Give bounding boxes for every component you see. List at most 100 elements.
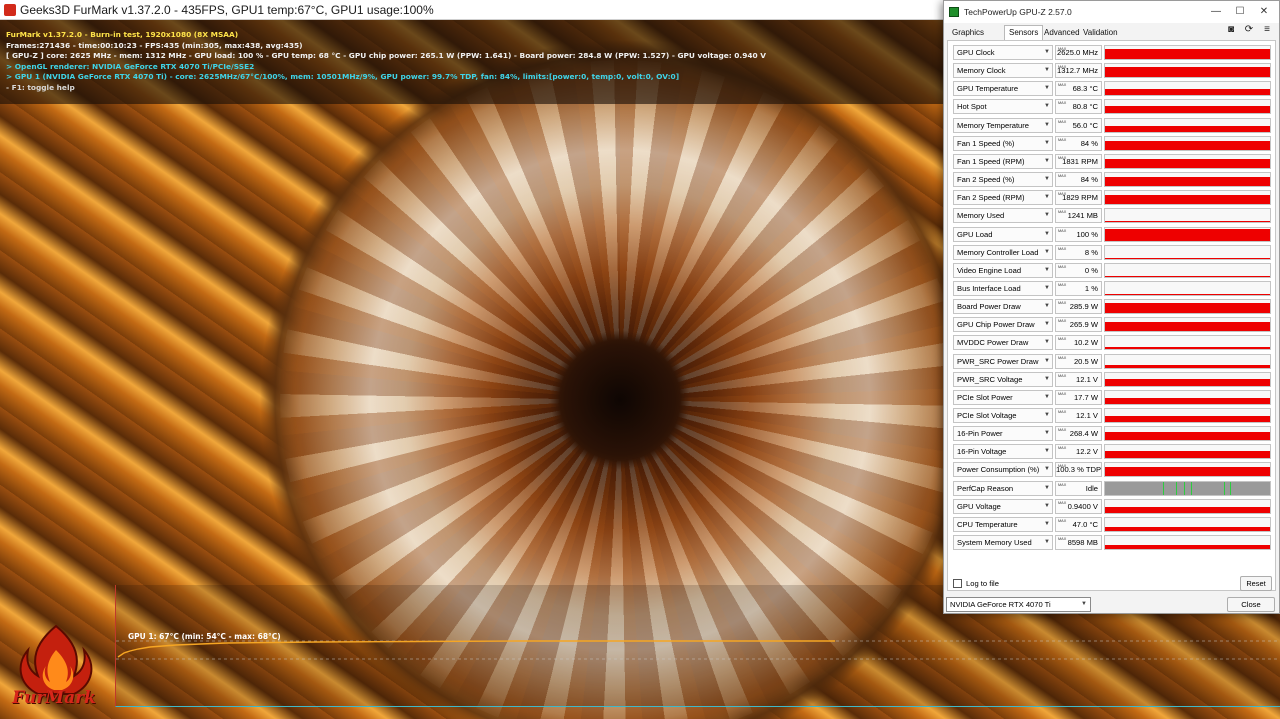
sensor-name-dropdown[interactable]: Memory Controller Load ▼ [953, 244, 1053, 260]
sensor-max-tag: MAX [1058, 355, 1067, 360]
sensor-name: Fan 2 Speed (%) [957, 175, 1015, 185]
sensor-graph [1104, 81, 1271, 97]
minimize-button[interactable]: — [1205, 1, 1227, 23]
sensor-max-tag: MAX [1058, 428, 1067, 433]
tab-advanced[interactable]: Advanced [1040, 26, 1084, 40]
log-to-file-checkbox[interactable]: Log to file [953, 578, 999, 590]
sensor-value-box: MAX 265.9 W [1055, 317, 1102, 333]
sensor-name-dropdown[interactable]: Fan 1 Speed (RPM) ▼ [953, 153, 1053, 169]
sensor-name: Memory Controller Load [957, 247, 1039, 257]
sensor-graph-fill [1105, 364, 1270, 368]
sensor-value-box: MAX 12.1 V [1055, 408, 1102, 423]
sensor-graph-fill [1105, 140, 1270, 150]
log-to-file-label: Log to file [966, 579, 999, 588]
perfcap-tick [1162, 481, 1164, 495]
sensor-value-box: MAX 84 % [1055, 135, 1102, 151]
sensor-value: 0.9400 V [1067, 501, 1098, 511]
reset-button[interactable]: Reset [1240, 576, 1272, 591]
sensor-row: 16-Pin Power ▼ MAX 268.4 W [953, 426, 1275, 442]
sensor-value-box: MAX 8 % [1055, 244, 1102, 260]
sensor-name-dropdown[interactable]: GPU Voltage ▼ [953, 498, 1053, 514]
sensor-name-dropdown[interactable]: PWR_SRC Power Draw ▼ [953, 353, 1053, 369]
sensor-name-dropdown[interactable]: Video Engine Load ▼ [953, 262, 1053, 278]
sensor-name-dropdown[interactable]: 16-Pin Power ▼ [953, 426, 1053, 442]
sensor-name-dropdown[interactable]: Fan 2 Speed (RPM) ▼ [953, 190, 1053, 206]
sensor-row: PCIe Slot Power ▼ MAX 17.7 W [953, 389, 1275, 405]
close-button[interactable]: Close [1227, 597, 1275, 612]
sensor-name-dropdown[interactable]: PCIe Slot Power ▼ [953, 389, 1053, 405]
sensor-name-dropdown[interactable]: GPU Load ▼ [953, 226, 1053, 242]
sensor-max-tag: MAX [1058, 246, 1067, 251]
sensor-value: 56.0 °C [1072, 120, 1098, 130]
chevron-down-icon: ▼ [1044, 266, 1050, 273]
sensor-name-dropdown[interactable]: Fan 1 Speed (%) ▼ [953, 135, 1053, 151]
chevron-down-icon: ▼ [1044, 430, 1050, 437]
chevron-down-icon: ▼ [1044, 212, 1050, 219]
sensor-name-dropdown[interactable]: Power Consumption (%) ▼ [953, 462, 1053, 478]
sensor-row: PWR_SRC Voltage ▼ MAX 12.1 V [953, 371, 1275, 387]
sensor-graph-fill [1105, 545, 1270, 550]
chevron-down-icon: ▼ [1044, 466, 1050, 473]
refresh-icon[interactable]: ⟳ [1243, 24, 1255, 36]
sensor-name-dropdown[interactable]: PerfCap Reason ▼ [953, 480, 1053, 496]
gpu-select-dropdown[interactable]: NVIDIA GeForce RTX 4070 Ti ▼ [946, 597, 1091, 612]
sensor-name: GPU Chip Power Draw [957, 320, 1035, 330]
sensor-name-dropdown[interactable]: Memory Temperature ▼ [953, 117, 1053, 133]
sensor-value-box: MAX 20.5 W [1055, 353, 1102, 369]
sensor-value-box: MAX 68.3 °C [1055, 81, 1102, 97]
sensor-name-dropdown[interactable]: System Memory Used ▼ [953, 535, 1053, 551]
sensor-row: PCIe Slot Voltage ▼ MAX 12.1 V [953, 408, 1275, 423]
sensor-row: Memory Temperature ▼ MAX 56.0 °C [953, 117, 1275, 133]
sensor-graph [1104, 444, 1271, 460]
gpu-select-value: NVIDIA GeForce RTX 4070 Ti [950, 600, 1051, 609]
sensor-name-dropdown[interactable]: GPU Temperature ▼ [953, 81, 1053, 97]
sensor-graph [1104, 208, 1271, 224]
sensor-max-tag: MAX [1058, 65, 1067, 70]
camera-icon[interactable]: ◙ [1225, 24, 1237, 36]
tab-validation[interactable]: Validation [1079, 26, 1122, 40]
chevron-down-icon: ▼ [1044, 139, 1050, 146]
chevron-down-icon: ▼ [1044, 230, 1050, 237]
sensor-name-dropdown[interactable]: Hot Spot ▼ [953, 99, 1053, 115]
sensor-graph-fill [1105, 321, 1270, 332]
sensor-name: Memory Temperature [957, 120, 1030, 130]
maximize-button[interactable]: ☐ [1229, 1, 1251, 23]
gpuz-window: TechPowerUp GPU-Z 2.57.0 — ☐ ✕ Graphics … [943, 0, 1280, 614]
sensor-name-dropdown[interactable]: Memory Used ▼ [953, 208, 1053, 224]
sensor-name-dropdown[interactable]: GPU Clock ▼ [953, 45, 1053, 60]
gpuz-window-title: TechPowerUp GPU-Z 2.57.0 [964, 7, 1072, 17]
sensor-value-box: MAX 0 % [1055, 262, 1102, 278]
sensor-max-tag: MAX [1058, 410, 1067, 414]
sensor-row: Memory Controller Load ▼ MAX 8 % [953, 244, 1275, 260]
sensor-value: 84 % [1080, 175, 1098, 185]
checkbox-box[interactable] [953, 579, 962, 588]
sensor-name-dropdown[interactable]: 16-Pin Voltage ▼ [953, 444, 1053, 460]
close-window-button[interactable]: ✕ [1253, 1, 1275, 23]
sensor-max-tag: MAX [1058, 482, 1067, 487]
sensor-graph [1104, 99, 1271, 115]
sensor-value-box: MAX 47.0 °C [1055, 516, 1102, 532]
sensor-name-dropdown[interactable]: MVDDC Power Draw ▼ [953, 335, 1053, 351]
sensor-value-box: MAX 8598 MB [1055, 535, 1102, 551]
sensor-name-dropdown[interactable]: Bus Interface Load ▼ [953, 280, 1053, 296]
gpuz-titlebar[interactable]: TechPowerUp GPU-Z 2.57.0 — ☐ ✕ [944, 1, 1279, 23]
sensor-name-dropdown[interactable]: CPU Temperature ▼ [953, 516, 1053, 532]
perfcap-tick [1184, 481, 1186, 495]
chevron-down-icon: ▼ [1044, 339, 1050, 346]
sensor-name-dropdown[interactable]: PWR_SRC Voltage ▼ [953, 371, 1053, 387]
perfcap-tick [1175, 481, 1177, 495]
sensor-name-dropdown[interactable]: Fan 2 Speed (%) ▼ [953, 172, 1053, 188]
chevron-down-icon: ▼ [1044, 393, 1050, 400]
sensor-graph-fill [1105, 125, 1270, 132]
menu-icon[interactable]: ≡ [1261, 24, 1273, 36]
tab-sensors[interactable]: Sensors [1004, 25, 1044, 41]
sensor-max-tag: MAX [1058, 210, 1067, 215]
sensor-row: Fan 2 Speed (%) ▼ MAX 84 % [953, 172, 1275, 188]
sensor-name-dropdown[interactable]: GPU Chip Power Draw ▼ [953, 317, 1053, 333]
sensor-name-dropdown[interactable]: Memory Clock ▼ [953, 63, 1053, 79]
sensor-name-dropdown[interactable]: Board Power Draw ▼ [953, 299, 1053, 315]
chevron-down-icon: ▼ [1044, 539, 1050, 546]
sensor-name-dropdown[interactable]: PCIe Slot Voltage ▼ [953, 408, 1053, 423]
sensor-graph [1104, 389, 1271, 405]
tab-graphics-card[interactable]: Graphics Card [948, 26, 988, 51]
